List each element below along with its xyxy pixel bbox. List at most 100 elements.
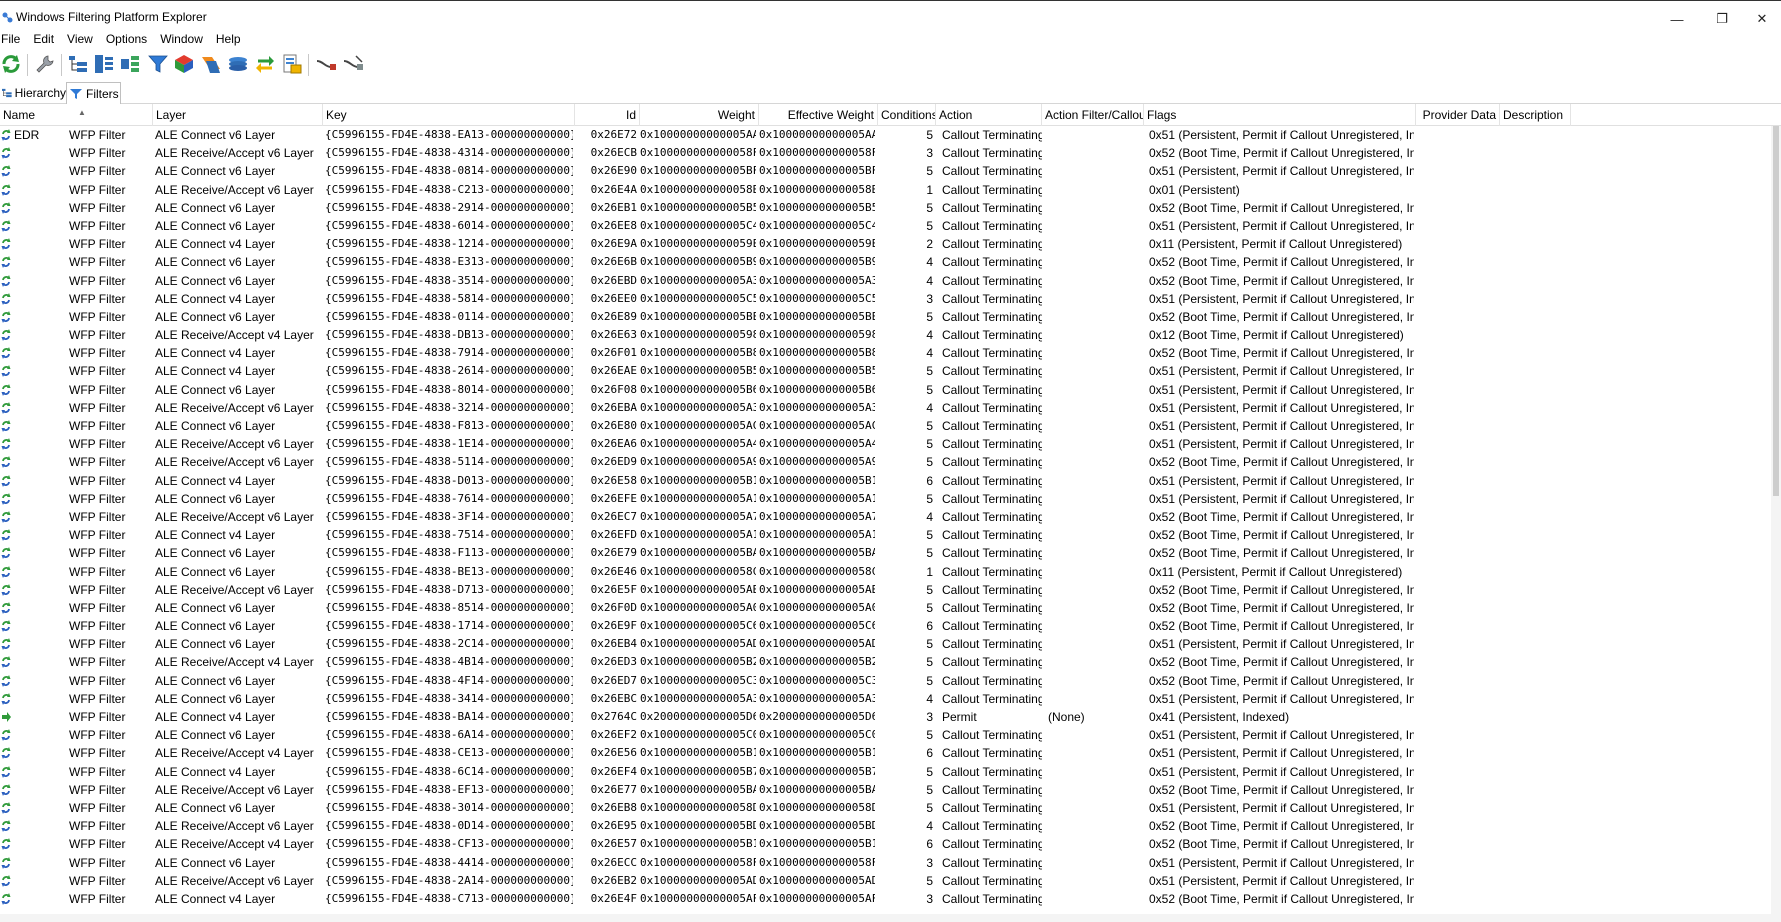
cell-weight: 0x10000000000005B1 xyxy=(640,837,756,851)
table-row[interactable]: WFP Filter ALE Receive/Accept v6 Layer {C5… xyxy=(0,581,1771,599)
table-row[interactable]: WFP Filter ALE Receive/Accept v6 Layer {C5… xyxy=(0,453,1771,471)
table-row[interactable]: WFP Filter ALE Connect v6 Layer {C5996155-… xyxy=(0,854,1771,872)
table-row[interactable]: WFP Filter ALE Receive/Accept v4 Layer {C5… xyxy=(0,835,1771,853)
table-row[interactable]: WFP Filter ALE Receive/Accept v4 Layer {C5… xyxy=(0,744,1771,762)
title-bar: Windows Filtering Platform Explorer — ❐ … xyxy=(0,0,1781,34)
table-row[interactable]: WFP Filter ALE Connect v6 Layer {C5996155-… xyxy=(0,308,1771,326)
pipe-connect-icon[interactable] xyxy=(315,53,337,75)
sublayers-icon[interactable] xyxy=(119,53,141,75)
cell-action-filter-callout xyxy=(1048,181,1142,199)
table-row[interactable]: WFP Filter ALE Connect v6 Layer {C5996155-… xyxy=(0,253,1771,271)
menu-view[interactable]: View xyxy=(67,30,101,48)
cell-action: Callout Terminating xyxy=(942,146,1042,161)
cell-action-filter-callout xyxy=(1048,381,1142,399)
cell-flags: 0x52 (Boot Time, Permit if Callout Unreg… xyxy=(1149,619,1414,634)
table-row[interactable]: WFP Filter ALE Connect v4 Layer {C5996155-… xyxy=(0,526,1771,544)
table-row[interactable]: WFP Filter ALE Connect v4 Layer {C5996155-… xyxy=(0,472,1771,490)
table-row[interactable]: WFP Filter ALE Receive/Accept v6 Layer {C5… xyxy=(0,144,1771,162)
col-header-conditions[interactable]: Conditions xyxy=(878,104,936,126)
table-row[interactable]: WFP Filter ALE Connect v4 Layer {C5996155-… xyxy=(0,344,1771,362)
col-header-description[interactable]: Description xyxy=(1500,104,1571,126)
col-header-action[interactable]: Action xyxy=(936,104,1042,126)
cell-conditions: 4 xyxy=(926,346,933,361)
callouts-icon[interactable] xyxy=(200,53,222,75)
minimize-button[interactable]: — xyxy=(1655,5,1699,33)
col-header-flags[interactable]: Flags xyxy=(1144,104,1416,126)
col-header-effective-weight[interactable]: Effective Weight xyxy=(759,104,878,126)
table-row[interactable]: WFP Filter ALE Connect v6 Layer {C5996155-… xyxy=(0,381,1771,399)
menu-window[interactable]: Window xyxy=(160,30,211,48)
table-row[interactable]: WFP Filter ALE Receive/Accept v6 Layer {C5… xyxy=(0,508,1771,526)
table-row[interactable]: WFP Filter ALE Connect v6 Layer {C5996155-… xyxy=(0,490,1771,508)
restore-button[interactable]: ❐ xyxy=(1700,5,1744,33)
table-row[interactable]: WFP Filter ALE Connect v4 Layer {C5996155-… xyxy=(0,362,1771,380)
cell-name xyxy=(14,326,64,344)
col-header-layer[interactable]: Layer xyxy=(153,104,323,126)
table-row[interactable]: WFP Filter ALE Connect v6 Layer {C5996155-… xyxy=(0,563,1771,581)
horizontal-scrollbar[interactable] xyxy=(0,914,1781,922)
menu-edit[interactable]: Edit xyxy=(33,30,62,48)
tab-hierarchy[interactable]: Hierarchy xyxy=(0,82,66,104)
layers-list-icon[interactable] xyxy=(93,53,115,75)
table-row[interactable]: WFP Filter ALE Connect v4 Layer {C5996155-… xyxy=(0,890,1771,908)
menu-help[interactable]: Help xyxy=(216,30,249,48)
table-row[interactable]: WFP Filter ALE Receive/Accept v4 Layer {C5… xyxy=(0,326,1771,344)
vertical-scroll-thumb[interactable] xyxy=(1773,126,1779,496)
providers-cube-icon[interactable] xyxy=(173,53,195,75)
table-row[interactable]: WFP Filter ALE Receive/Accept v6 Layer {C5… xyxy=(0,781,1771,799)
tab-filters[interactable]: Filters xyxy=(66,82,121,105)
table-row[interactable]: WFP Filter ALE Receive/Accept v6 Layer {C5… xyxy=(0,435,1771,453)
cell-flags: 0x52 (Boot Time, Permit if Callout Unreg… xyxy=(1149,655,1414,670)
table-row[interactable]: WFP Filter ALE Receive/Accept v6 Layer {C5… xyxy=(0,399,1771,417)
tree-view-icon[interactable] xyxy=(67,53,89,75)
col-header-weight[interactable]: Weight xyxy=(640,104,759,126)
table-row[interactable]: WFP Filter ALE Connect v6 Layer {C5996155-… xyxy=(0,544,1771,562)
filter-funnel-icon[interactable] xyxy=(147,53,169,75)
table-row[interactable]: WFP Filter ALE Connect v6 Layer {C5996155-… xyxy=(0,272,1771,290)
table-row[interactable]: EDR WFP Filter ALE Connect v6 Layer {C59961… xyxy=(0,126,1771,144)
pipe-disconnect-icon[interactable] xyxy=(342,53,364,75)
cell-id: 0x26E4F xyxy=(590,891,637,905)
table-row[interactable]: WFP Filter ALE Connect v4 Layer {C5996155-… xyxy=(0,708,1771,726)
table-row[interactable]: WFP Filter ALE Connect v6 Layer {C5996155-… xyxy=(0,799,1771,817)
cell-effective-weight: 0x1000000000000598 xyxy=(759,328,875,342)
close-button[interactable]: ✕ xyxy=(1740,5,1781,33)
table-row[interactable]: WFP Filter ALE Connect v6 Layer {C5996155-… xyxy=(0,599,1771,617)
vertical-scrollbar[interactable] xyxy=(1771,126,1781,922)
col-header-name[interactable]: Name ▲ xyxy=(0,104,153,126)
wrench-icon[interactable] xyxy=(34,53,56,75)
table-row[interactable]: WFP Filter ALE Receive/Accept v6 Layer {C5… xyxy=(0,181,1771,199)
table-row[interactable]: WFP Filter ALE Connect v4 Layer {C5996155-… xyxy=(0,763,1771,781)
table-row[interactable]: WFP Filter ALE Connect v6 Layer {C5996155-… xyxy=(0,690,1771,708)
table-row[interactable]: WFP Filter ALE Receive/Accept v4 Layer {C5… xyxy=(0,653,1771,671)
table-row[interactable]: WFP Filter ALE Receive/Accept v6 Layer {C5… xyxy=(0,872,1771,890)
cell-id: 0x26EF2 xyxy=(590,728,637,742)
table-row[interactable]: WFP Filter ALE Connect v6 Layer {C5996155-… xyxy=(0,672,1771,690)
table-row[interactable]: WFP Filter ALE Connect v6 Layer {C5996155-… xyxy=(0,217,1771,235)
cell-key: {C5996155-FD4E-4838-EF13-000000000000} xyxy=(325,782,573,796)
menu-options[interactable]: Options xyxy=(106,30,155,48)
table-row[interactable]: WFP Filter ALE Connect v6 Layer {C5996155-… xyxy=(0,726,1771,744)
cell-effective-weight: 0x10000000000005BE xyxy=(759,309,875,323)
table-row[interactable]: WFP Filter ALE Connect v6 Layer {C5996155-… xyxy=(0,617,1771,635)
refresh-icon[interactable] xyxy=(0,53,22,75)
col-header-provider-data[interactable]: Provider Data xyxy=(1416,104,1500,126)
sync-arrows-icon[interactable] xyxy=(254,53,276,75)
report-icon[interactable] xyxy=(281,53,303,75)
table-row[interactable]: WFP Filter ALE Connect v6 Layer {C5996155-… xyxy=(0,199,1771,217)
menu-file[interactable]: File xyxy=(0,30,28,48)
table-row[interactable]: WFP Filter ALE Connect v6 Layer {C5996155-… xyxy=(0,162,1771,180)
table-row[interactable]: WFP Filter ALE Connect v6 Layer {C5996155-… xyxy=(0,417,1771,435)
table-row[interactable]: WFP Filter ALE Receive/Accept v6 Layer {C5… xyxy=(0,817,1771,835)
cell-action: Callout Terminating xyxy=(942,255,1042,270)
col-header-key[interactable]: Key xyxy=(323,104,575,126)
col-header-action-filter-callout[interactable]: Action Filter/Callout xyxy=(1042,104,1144,126)
cell-action: Callout Terminating xyxy=(942,509,1042,524)
network-events-icon[interactable] xyxy=(227,53,249,75)
cell-conditions: 1 xyxy=(926,182,933,197)
table-row[interactable]: WFP Filter ALE Connect v4 Layer {C5996155-… xyxy=(0,235,1771,253)
table-row[interactable]: WFP Filter ALE Connect v6 Layer {C5996155-… xyxy=(0,635,1771,653)
table-row[interactable]: WFP Filter ALE Connect v4 Layer {C5996155-… xyxy=(0,290,1771,308)
cell-flags: 0x52 (Boot Time, Permit if Callout Unreg… xyxy=(1149,891,1414,906)
col-header-id[interactable]: Id xyxy=(575,104,640,126)
